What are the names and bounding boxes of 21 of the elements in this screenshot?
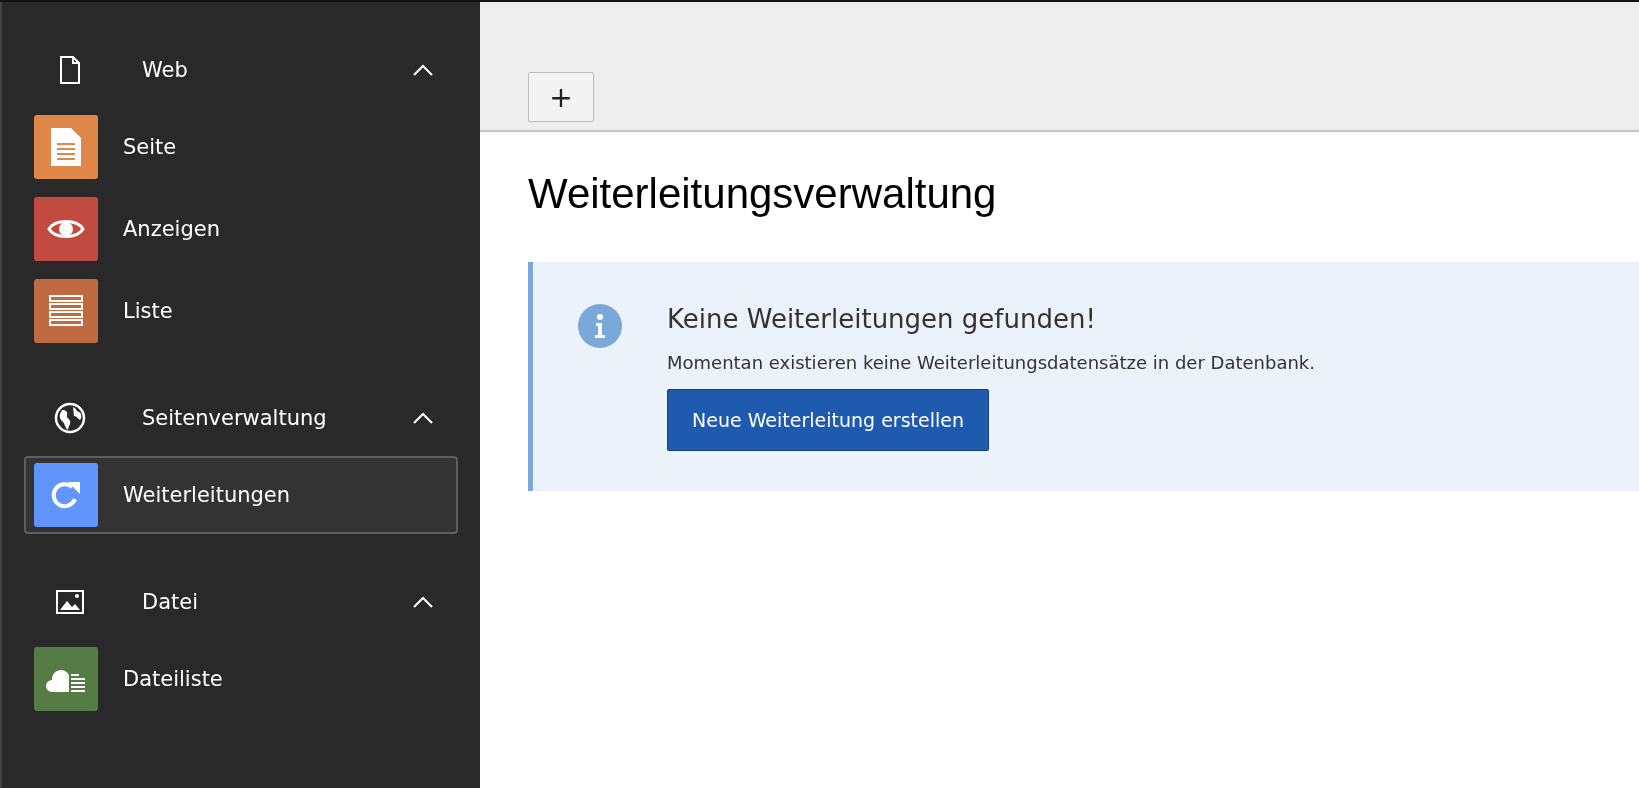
page-icon xyxy=(51,128,81,166)
page-title: Weiterleitungsverwaltung xyxy=(528,170,998,218)
module-item[interactable]: Weiterleitungen xyxy=(24,456,458,534)
module-item[interactable]: Seite xyxy=(24,108,458,186)
module-group-header[interactable]: Datei xyxy=(24,564,458,640)
module-group-header[interactable]: Seitenverwaltung xyxy=(24,380,458,456)
chevron-up-icon xyxy=(412,595,434,609)
refresh-icon xyxy=(50,479,82,511)
module-item[interactable]: Liste xyxy=(24,272,458,350)
module-item[interactable]: Dateiliste xyxy=(24,640,458,718)
chevron-up-icon xyxy=(412,411,434,425)
chevron-up-icon xyxy=(412,63,434,77)
add-button[interactable]: + xyxy=(528,72,594,122)
globe-icon xyxy=(54,402,86,434)
module-group-header[interactable]: Web xyxy=(24,32,458,108)
callout-title: Keine Weiterleitungen gefunden! xyxy=(667,304,1097,334)
list-icon xyxy=(49,295,83,327)
module-item[interactable]: Anzeigen xyxy=(24,190,458,268)
create-redirect-button[interactable]: Neue Weiterleitung erstellen xyxy=(667,389,989,451)
info-icon xyxy=(578,304,622,348)
callout-text: Momentan existieren keine Weiterleitungsdatensätze in der Datenbank. xyxy=(667,352,1315,373)
